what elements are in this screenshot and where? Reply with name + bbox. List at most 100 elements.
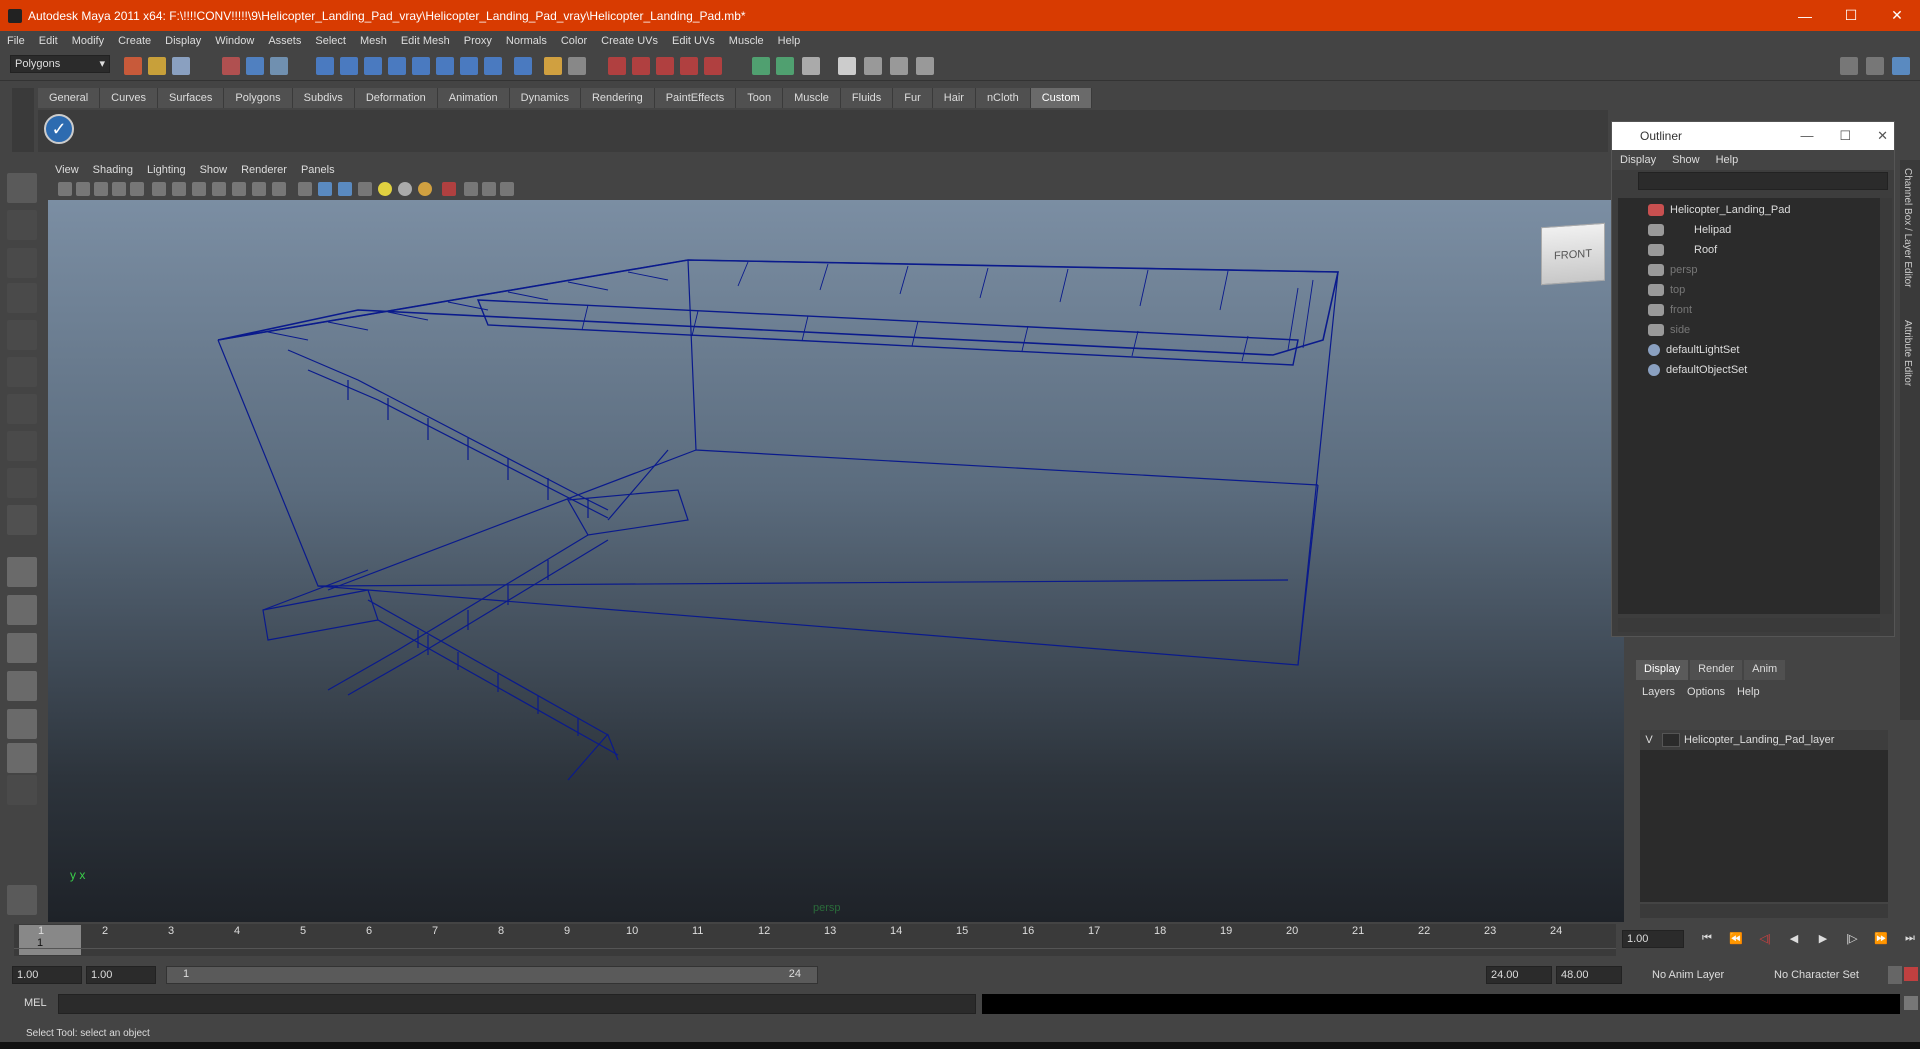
field-chart-icon[interactable] bbox=[232, 182, 246, 196]
panel-menu-shading[interactable]: Shading bbox=[86, 164, 140, 176]
shelf-tab-fur[interactable]: Fur bbox=[893, 88, 933, 108]
step-back-key-icon[interactable]: ⏪ bbox=[1727, 932, 1745, 948]
paint-select-icon[interactable] bbox=[7, 248, 37, 278]
shadows-icon[interactable] bbox=[418, 182, 432, 196]
save-scene-icon[interactable] bbox=[172, 57, 190, 75]
shelf-tab-curves[interactable]: Curves bbox=[100, 88, 158, 108]
layer-row[interactable]: V Helicopter_Landing_Pad_layer bbox=[1640, 730, 1888, 750]
image-plane-icon[interactable] bbox=[112, 182, 126, 196]
character-set-dropdown[interactable]: No Character Set bbox=[1758, 966, 1884, 984]
last-tool-icon[interactable] bbox=[7, 505, 37, 535]
menu-create-uvs[interactable]: Create UVs bbox=[594, 35, 665, 47]
go-to-end-icon[interactable]: ⏭ bbox=[1901, 932, 1919, 948]
menu-mesh[interactable]: Mesh bbox=[353, 35, 394, 47]
layer-menu-options[interactable]: Options bbox=[1681, 686, 1731, 698]
new-scene-icon[interactable] bbox=[124, 57, 142, 75]
shelf-tab-dynamics[interactable]: Dynamics bbox=[509, 88, 581, 108]
animation-preferences-icon[interactable] bbox=[1904, 967, 1918, 981]
frame-selection-icon[interactable] bbox=[482, 182, 496, 196]
rotate-tool-icon[interactable] bbox=[7, 320, 37, 350]
shelf-tab-rendering[interactable]: Rendering bbox=[580, 88, 655, 108]
hypershade-icon[interactable] bbox=[916, 57, 934, 75]
shelf-tab-fluids[interactable]: Fluids bbox=[840, 88, 894, 108]
playback-range-bar[interactable]: 1 24 bbox=[166, 966, 818, 984]
quick-help-icon[interactable] bbox=[7, 885, 37, 915]
open-scene-icon[interactable] bbox=[148, 57, 166, 75]
gate-mask-icon[interactable] bbox=[212, 182, 226, 196]
outliner-menu-display[interactable]: Display bbox=[1612, 154, 1664, 166]
select-by-component-icon[interactable] bbox=[270, 57, 288, 75]
frame-all-icon[interactable] bbox=[464, 182, 478, 196]
step-forward-frame-icon[interactable]: |▷ bbox=[1843, 932, 1861, 948]
menu-file[interactable]: File bbox=[0, 35, 32, 47]
menu-muscle[interactable]: Muscle bbox=[722, 35, 771, 47]
menu-color[interactable]: Color bbox=[554, 35, 594, 47]
view-cube[interactable]: FRONT bbox=[1541, 222, 1605, 286]
animation-start-field[interactable]: 1.00 bbox=[12, 966, 82, 984]
list-item[interactable]: Helipad bbox=[1648, 220, 1731, 240]
menu-display[interactable]: Display bbox=[158, 35, 208, 47]
shelf-tab-painteffects[interactable]: PaintEffects bbox=[654, 88, 737, 108]
menu-create[interactable]: Create bbox=[111, 35, 158, 47]
close-button[interactable]: ✕ bbox=[1874, 0, 1920, 31]
persp-hypershade-layout-icon[interactable] bbox=[7, 709, 37, 739]
list-item[interactable]: front bbox=[1648, 300, 1692, 320]
menu-edit-mesh[interactable]: Edit Mesh bbox=[394, 35, 457, 47]
shelf-tab-deformation[interactable]: Deformation bbox=[354, 88, 438, 108]
shelf-tab-custom[interactable]: Custom bbox=[1030, 88, 1092, 108]
wireframe-on-shaded-icon[interactable] bbox=[338, 182, 352, 196]
persp-graph-layout-icon[interactable] bbox=[7, 671, 37, 701]
list-item[interactable]: top bbox=[1648, 280, 1685, 300]
lock-icon[interactable] bbox=[544, 57, 562, 75]
outliner-minimize-button[interactable]: — bbox=[1800, 128, 1813, 144]
shelf-tab-hair[interactable]: Hair bbox=[932, 88, 976, 108]
grid-icon[interactable] bbox=[152, 182, 166, 196]
panel-menu-show[interactable]: Show bbox=[193, 164, 235, 176]
outliner-menu-help[interactable]: Help bbox=[1708, 154, 1747, 166]
soft-mod-icon[interactable] bbox=[7, 431, 37, 461]
panel-menu-view[interactable]: View bbox=[48, 164, 86, 176]
menu-help[interactable]: Help bbox=[771, 35, 808, 47]
show-manipulator-icon[interactable] bbox=[7, 468, 37, 498]
menu-assets[interactable]: Assets bbox=[261, 35, 308, 47]
layer-visibility-toggle[interactable]: V bbox=[1640, 734, 1658, 746]
bookmark-icon[interactable] bbox=[94, 182, 108, 196]
time-slider[interactable]: 1 1 2 3 4 5 6 7 8 9 10 11 12 13 14 15 16… bbox=[14, 924, 1616, 956]
anim-layer-dropdown[interactable]: No Anim Layer bbox=[1636, 966, 1754, 984]
select-misc-icon[interactable] bbox=[484, 57, 502, 75]
maximize-button[interactable]: ☐ bbox=[1828, 0, 1874, 31]
select-joints-icon[interactable] bbox=[340, 57, 358, 75]
input-ops-icon[interactable] bbox=[752, 57, 770, 75]
menu-normals[interactable]: Normals bbox=[499, 35, 554, 47]
layer-tab-anim[interactable]: Anim bbox=[1744, 660, 1786, 680]
all-lights-icon[interactable] bbox=[398, 182, 412, 196]
output-ops-icon[interactable] bbox=[776, 57, 794, 75]
question-icon[interactable] bbox=[514, 57, 532, 75]
shelf-tab-polygons[interactable]: Polygons bbox=[224, 88, 293, 108]
shelf-tab-surfaces[interactable]: Surfaces bbox=[157, 88, 225, 108]
select-by-object-icon[interactable] bbox=[246, 57, 264, 75]
snap-point-icon[interactable] bbox=[656, 57, 674, 75]
manipulator-tool-icon[interactable] bbox=[7, 394, 37, 424]
go-to-start-icon[interactable]: ⏮ bbox=[1698, 932, 1716, 948]
render-settings-icon[interactable] bbox=[890, 57, 908, 75]
attribute-editor-tab[interactable]: Attribute Editor bbox=[1902, 320, 1913, 386]
select-surfaces-icon[interactable] bbox=[388, 57, 406, 75]
film-gate-icon[interactable] bbox=[172, 182, 186, 196]
step-forward-key-icon[interactable]: ⏩ bbox=[1872, 932, 1890, 948]
list-item[interactable]: persp bbox=[1648, 260, 1698, 280]
shelf-tab-animation[interactable]: Animation bbox=[437, 88, 510, 108]
wireframe-shading-icon[interactable] bbox=[298, 182, 312, 196]
four-pane-layout-icon[interactable] bbox=[7, 595, 37, 625]
current-time-field[interactable]: 1.00 bbox=[1622, 930, 1684, 948]
camera-attributes-icon[interactable] bbox=[76, 182, 90, 196]
list-item[interactable]: defaultLightSet bbox=[1648, 340, 1739, 360]
script-editor-icon[interactable] bbox=[1904, 996, 1918, 1010]
select-dynamics-icon[interactable] bbox=[436, 57, 454, 75]
move-tool-icon[interactable] bbox=[7, 283, 37, 313]
ipr-render-icon[interactable] bbox=[864, 57, 882, 75]
playback-start-field[interactable]: 1.00 bbox=[86, 966, 156, 984]
panel-menu-lighting[interactable]: Lighting bbox=[140, 164, 193, 176]
key-icon[interactable] bbox=[1888, 966, 1902, 984]
shelf-tab-muscle[interactable]: Muscle bbox=[783, 88, 841, 108]
